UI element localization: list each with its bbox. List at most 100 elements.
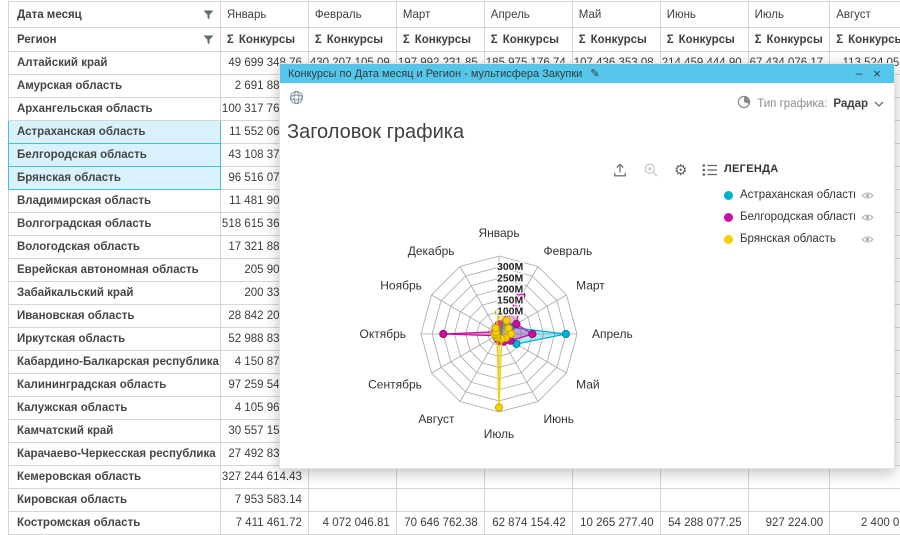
- region-cell[interactable]: Кабардино-Балкарская республика: [9, 351, 221, 374]
- month-header[interactable]: Март: [396, 2, 484, 28]
- value-cell[interactable]: [748, 489, 830, 512]
- value-cell[interactable]: 70 646 762.38: [396, 512, 484, 535]
- measure-header[interactable]: ΣКонкурсы: [572, 28, 660, 52]
- chart-legend: ЛЕГЕНДА Астраханская областьБелгородская…: [724, 163, 874, 250]
- value-cell[interactable]: 4 072 046.81: [308, 512, 396, 535]
- radar-point: [492, 325, 499, 332]
- close-button[interactable]: ×: [868, 64, 886, 83]
- region-cell[interactable]: Астраханская область: [9, 121, 221, 144]
- modal-titlebar[interactable]: Конкурсы по Дата месяц и Регион - мульти…: [280, 64, 894, 83]
- month-header[interactable]: Июль: [748, 2, 830, 28]
- region-cell[interactable]: Вологодская область: [9, 236, 221, 259]
- radar-ring-label: 250M: [497, 272, 524, 284]
- region-cell[interactable]: Владимирская область: [9, 190, 221, 213]
- region-cell[interactable]: Ивановская область: [9, 305, 221, 328]
- region-cell[interactable]: Иркутская область: [9, 328, 221, 351]
- radar-month-label: Май: [576, 378, 600, 392]
- legend-items: Астраханская область Белгородская область…: [724, 184, 874, 250]
- region-cell[interactable]: Еврейская автономная область: [9, 259, 221, 282]
- month-header[interactable]: Февраль: [308, 2, 396, 28]
- visibility-eye-icon[interactable]: [861, 235, 874, 244]
- region-cell[interactable]: Архангельская область: [9, 98, 221, 121]
- legend-item[interactable]: Белгородская область: [724, 206, 874, 228]
- measure-header[interactable]: ΣКонкурсы: [660, 28, 748, 52]
- radar-month-label: Февраль: [544, 244, 593, 258]
- value-cell[interactable]: 7 953 583.14: [220, 489, 308, 512]
- table-row[interactable]: Кировская область7 953 583.14: [9, 489, 900, 512]
- settings-gear-icon[interactable]: ⚙: [674, 163, 687, 178]
- chart-title: Заголовок графика: [287, 121, 464, 144]
- filter-icon[interactable]: [203, 10, 214, 20]
- modal-body: Тип графика: Радар Заголовок графика ⚙: [280, 83, 894, 468]
- value-cell[interactable]: [396, 489, 484, 512]
- series-color-dot: [724, 213, 733, 222]
- month-header[interactable]: Июнь: [660, 2, 748, 28]
- value-cell[interactable]: [830, 489, 900, 512]
- month-header[interactable]: Январь: [220, 2, 308, 28]
- radar-point: [513, 320, 520, 327]
- region-cell[interactable]: Амурская область: [9, 75, 221, 98]
- region-cell[interactable]: Брянская область: [9, 167, 221, 190]
- region-cell[interactable]: Волгоградская область: [9, 213, 221, 236]
- legend-label: Астраханская область: [740, 189, 855, 201]
- month-header[interactable]: Август: [830, 2, 900, 28]
- legend-item[interactable]: Астраханская область: [724, 184, 874, 206]
- value-cell[interactable]: [484, 489, 572, 512]
- radar-month-label: Март: [576, 279, 605, 293]
- radar-month-label: Ноябрь: [380, 279, 422, 293]
- month-header[interactable]: Май: [572, 2, 660, 28]
- value-cell[interactable]: 7 411 461.72: [220, 512, 308, 535]
- measure-header-row: РегионΣКонкурсыΣКонкурсыΣКонкурсыΣКонкур…: [9, 28, 900, 52]
- legend-toggle-icon[interactable]: [702, 163, 718, 177]
- value-cell[interactable]: 927 224.00: [748, 512, 830, 535]
- legend-label: Брянская область: [740, 233, 855, 245]
- measure-header[interactable]: ΣКонкурсы: [484, 28, 572, 52]
- month-header-row: Дата месяцЯнварьФевральМартАпрельМайИюнь…: [9, 2, 900, 28]
- measure-header[interactable]: ΣКонкурсы: [220, 28, 308, 52]
- minimize-button[interactable]: –: [850, 64, 868, 83]
- legend-label: Белгородская область: [740, 211, 855, 223]
- value-cell[interactable]: 54 288 077.25: [660, 512, 748, 535]
- export-button[interactable]: [612, 162, 628, 178]
- table-row[interactable]: Костромская область7 411 461.724 072 046…: [9, 512, 900, 535]
- visibility-eye-icon[interactable]: [861, 213, 874, 222]
- region-cell[interactable]: Кировская область: [9, 489, 221, 512]
- measure-header[interactable]: ΣКонкурсы: [396, 28, 484, 52]
- measure-header[interactable]: ΣКонкурсы: [830, 28, 900, 52]
- radar-month-label: Январь: [478, 226, 519, 240]
- measure-header[interactable]: ΣКонкурсы: [748, 28, 830, 52]
- edit-title-icon[interactable]: ✎: [590, 67, 599, 80]
- month-header[interactable]: Апрель: [484, 2, 572, 28]
- measure-header[interactable]: ΣКонкурсы: [308, 28, 396, 52]
- region-cell[interactable]: Забайкальский край: [9, 282, 221, 305]
- region-cell[interactable]: Алтайский край: [9, 52, 221, 75]
- radar-ring-label: 200M: [497, 283, 524, 295]
- zoom-icon[interactable]: [643, 162, 659, 178]
- region-cell[interactable]: Костромская область: [9, 512, 221, 535]
- region-cell[interactable]: Карачаево-Черкесская республика: [9, 443, 221, 466]
- chart-type-icon: [737, 95, 751, 112]
- region-cell[interactable]: Камчатский край: [9, 420, 221, 443]
- radar-month-label: Октябрь: [359, 327, 406, 341]
- value-cell[interactable]: [660, 489, 748, 512]
- visibility-eye-icon[interactable]: [861, 191, 874, 200]
- region-cell[interactable]: Кемеровская область: [9, 466, 221, 489]
- value-cell[interactable]: 62 874 154.42: [484, 512, 572, 535]
- value-cell[interactable]: [308, 489, 396, 512]
- region-cell[interactable]: Калининградская область: [9, 374, 221, 397]
- radar-chart: 100M150M200M250M300MЯнварьФевральМартАпр…: [329, 209, 669, 464]
- value-cell[interactable]: 10 265 277.40: [572, 512, 660, 535]
- radar-month-label: Сентябрь: [368, 378, 422, 392]
- region-cell[interactable]: Калужская область: [9, 397, 221, 420]
- date-month-header[interactable]: Дата месяц: [9, 2, 221, 28]
- series-color-dot: [724, 235, 733, 244]
- region-header[interactable]: Регион: [9, 28, 221, 52]
- radar-point: [503, 317, 510, 324]
- filter-icon[interactable]: [203, 35, 214, 45]
- radar-ring-label: 300M: [497, 261, 524, 273]
- region-cell[interactable]: Белгородская область: [9, 144, 221, 167]
- chart-type-dropdown[interactable]: Тип графика: Радар: [737, 95, 884, 112]
- value-cell[interactable]: 2 400 0: [830, 512, 900, 535]
- value-cell[interactable]: [572, 489, 660, 512]
- legend-item[interactable]: Брянская область: [724, 228, 874, 250]
